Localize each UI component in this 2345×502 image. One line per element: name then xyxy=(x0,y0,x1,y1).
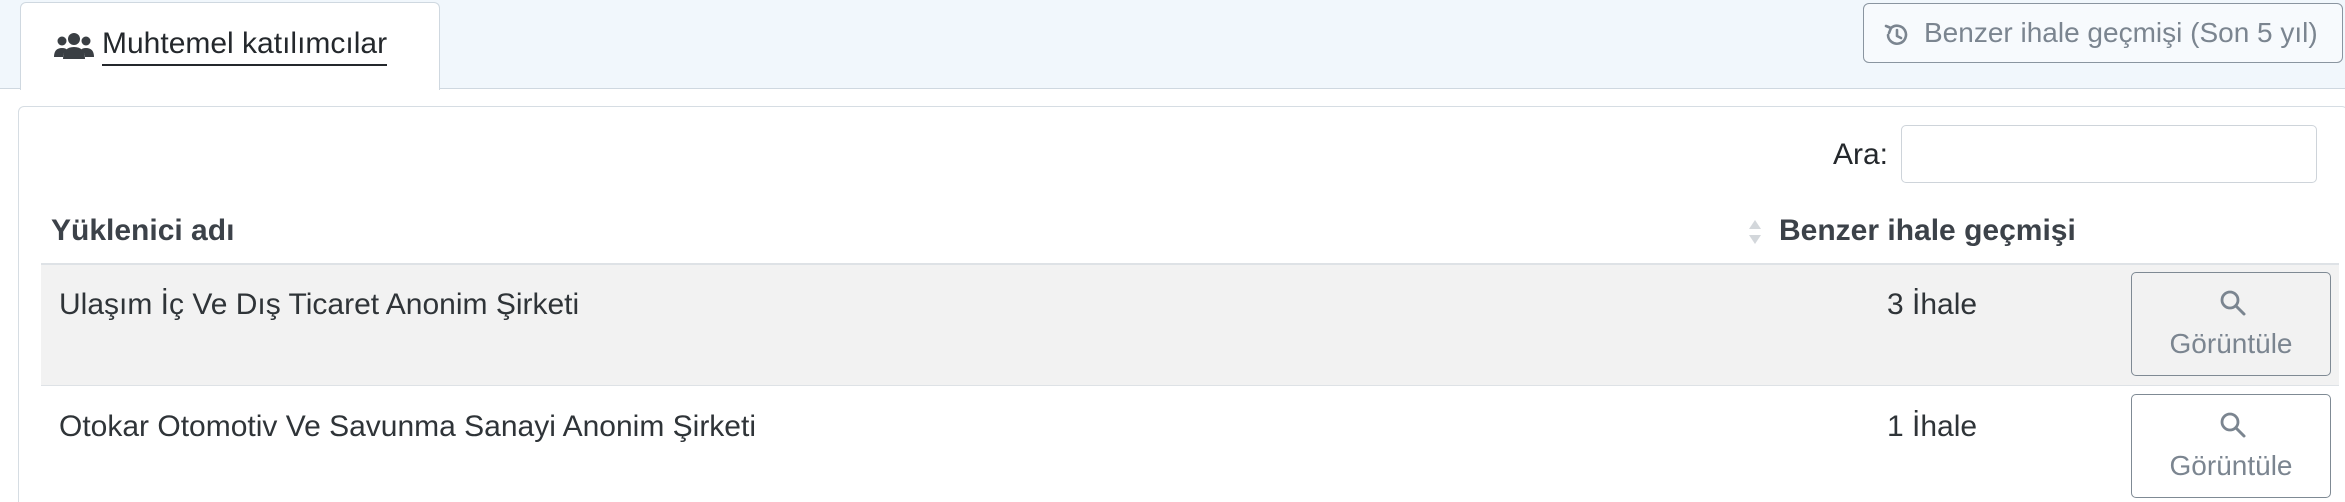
search-icon xyxy=(2220,290,2246,316)
participants-card: Ara: Yüklenici adı Benzer ihale geçmişi … xyxy=(18,106,2345,502)
history-icon xyxy=(1884,24,1908,45)
tender-count: 1 İhale xyxy=(1887,410,1978,443)
view-button[interactable]: Görüntüle xyxy=(2131,272,2331,376)
tab-label: Muhtemel katılımcılar xyxy=(102,26,388,66)
tender-count: 3 İhale xyxy=(1887,288,1978,321)
view-button[interactable]: Görüntüle xyxy=(2131,394,2331,498)
search-label: Ara: xyxy=(1833,138,1889,171)
table-row: Otokar Otomotiv Ve Savunma Sanayi Anonim… xyxy=(41,387,2339,502)
page: Muhtemel katılımcılar Benzer ihale geçmi… xyxy=(0,0,2345,502)
sort-icon[interactable] xyxy=(1745,214,1765,250)
users-icon xyxy=(54,33,94,59)
search-input[interactable] xyxy=(1901,125,2317,183)
contractor-name: Otokar Otomotiv Ve Savunma Sanayi Anonim… xyxy=(59,410,756,443)
column-header-similar-history[interactable]: Benzer ihale geçmişi xyxy=(1779,213,2076,249)
history-button-label: Benzer ihale geçmişi (Son 5 yıl) xyxy=(1924,17,2318,48)
search-icon xyxy=(2220,412,2246,438)
view-button-label: Görüntüle xyxy=(2169,450,2293,481)
tab-muhtemel-katilimcilar[interactable]: Muhtemel katılımcılar xyxy=(20,2,440,90)
contractor-name: Ulaşım İç Ve Dış Ticaret Anonim Şirketi xyxy=(59,288,580,321)
column-header-contractor-name[interactable]: Yüklenici adı xyxy=(51,213,234,249)
table-row: Ulaşım İç Ve Dış Ticaret Anonim Şirketi … xyxy=(41,265,2339,386)
similar-tender-history-button[interactable]: Benzer ihale geçmişi (Son 5 yıl) xyxy=(1863,3,2343,63)
tab-bar: Muhtemel katılımcılar Benzer ihale geçmi… xyxy=(0,0,2345,90)
view-button-label: Görüntüle xyxy=(2169,328,2293,359)
